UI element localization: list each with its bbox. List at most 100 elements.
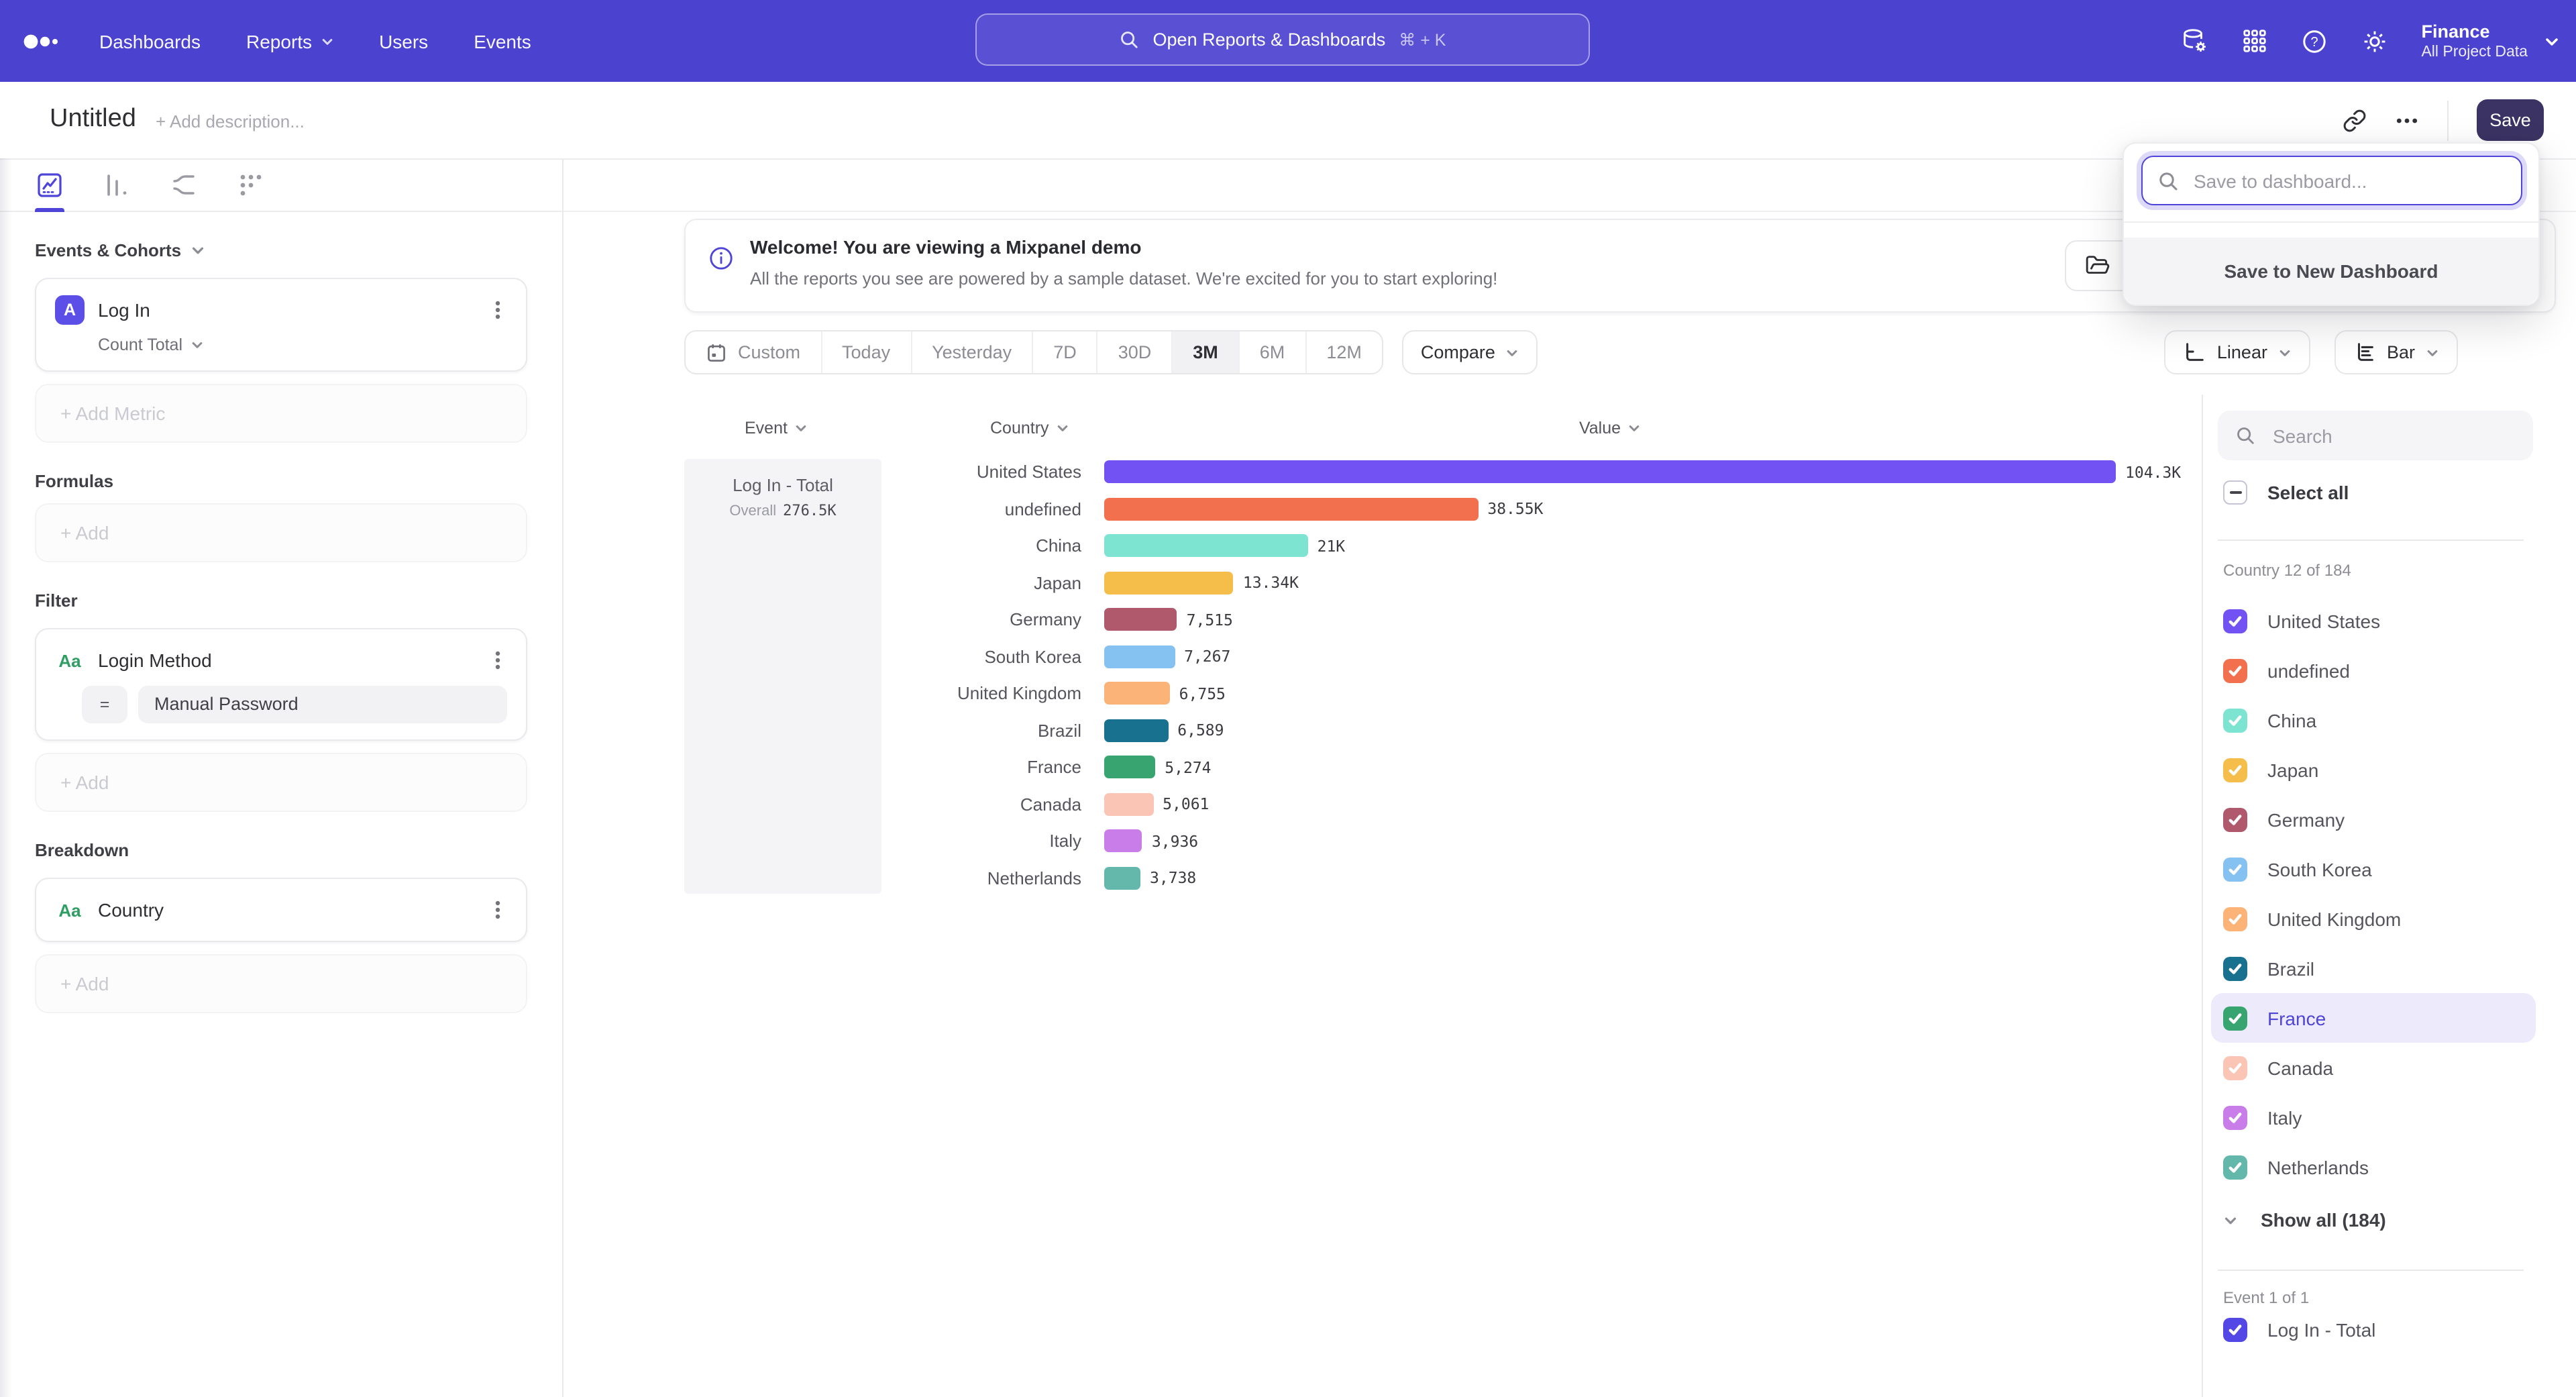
bar-south-korea[interactable] [1104,645,1175,668]
range-today[interactable]: Today [822,331,912,373]
check-icon [2227,911,2243,927]
range-custom[interactable]: Custom [686,331,822,373]
panel-search[interactable] [2218,411,2533,460]
country-checkbox[interactable] [2223,658,2247,682]
filter-country-south-korea[interactable]: South Korea [2211,844,2536,894]
scale-dropdown[interactable]: Linear [2165,330,2310,374]
nav-item-users[interactable]: Users [379,30,428,52]
range-12m[interactable]: 12M [1306,331,1382,373]
page-title[interactable]: Untitled [50,105,136,134]
add-filter-button[interactable]: + Add [35,753,527,812]
kebab-menu-icon[interactable] [488,648,507,672]
add-formula-button[interactable]: + Add [35,503,527,562]
column-header-value[interactable]: Value [1308,419,1912,437]
save-dashboard-search[interactable] [2141,156,2522,205]
compare-button[interactable]: Compare [1402,330,1538,374]
tab-funnels[interactable] [102,170,131,199]
section-events-cohorts[interactable]: Events & Cohorts [35,240,527,260]
settings-gear-icon[interactable] [2361,28,2387,54]
metric-aggregation[interactable]: Count Total [98,335,507,354]
tab-flows[interactable] [169,170,199,199]
breakdown-card[interactable]: Aa Country [35,878,527,942]
range-7d[interactable]: 7D [1033,331,1098,373]
panel-search-input[interactable] [2270,423,2504,448]
range-yesterday[interactable]: Yesterday [912,331,1033,373]
breakdown-property-name[interactable]: Country [98,899,475,921]
range-3m[interactable]: 3M [1173,331,1240,373]
country-checkbox[interactable] [2223,1006,2247,1030]
bar-undefined[interactable] [1104,498,1478,521]
chart-type-dropdown[interactable]: Bar [2334,330,2458,374]
project-switcher[interactable]: Finance All Project Data [2421,21,2560,61]
bar-italy[interactable] [1104,830,1142,853]
filter-country-germany[interactable]: Germany [2211,794,2536,844]
filter-country-italy[interactable]: Italy [2211,1092,2536,1142]
country-checkbox[interactable] [2223,807,2247,831]
filter-operator[interactable]: = [82,686,127,723]
bar-france[interactable] [1104,756,1155,779]
country-checkbox[interactable] [2223,609,2247,633]
country-checkbox[interactable] [2223,956,2247,980]
save-dashboard-input[interactable] [2191,168,2491,193]
country-checkbox[interactable] [2223,1055,2247,1080]
apps-grid-icon[interactable] [2241,28,2267,54]
range-6m[interactable]: 6M [1240,331,1307,373]
filter-country-canada[interactable]: Canada [2211,1043,2536,1092]
filter-card[interactable]: Aa Login Method = Manual Password [35,628,527,741]
filter-country-united-kingdom[interactable]: United Kingdom [2211,894,2536,943]
bar-netherlands[interactable] [1104,867,1140,890]
bar-brazil[interactable] [1104,719,1168,742]
more-ellipsis-icon[interactable] [2395,108,2419,132]
nav-item-dashboards[interactable]: Dashboards [99,30,201,52]
filter-country-undefined[interactable]: undefined [2211,645,2536,695]
bar-canada[interactable] [1104,793,1153,816]
kebab-menu-icon[interactable] [488,298,507,322]
category-label: United States [684,462,1081,482]
data-management-icon[interactable] [2180,27,2208,55]
filter-country-france[interactable]: France [2211,993,2536,1043]
country-checkbox[interactable] [2223,857,2247,881]
global-search[interactable]: Open Reports & Dashboards ⌘ + K [975,13,1590,66]
country-checkbox[interactable] [2223,1105,2247,1129]
save-to-new-dashboard-button[interactable]: Save to New Dashboard [2124,238,2538,305]
add-breakdown-button[interactable]: + Add [35,954,527,1013]
country-checkbox[interactable] [2223,708,2247,732]
event-checkbox-row[interactable]: Log In - Total [2223,1318,2375,1342]
country-checkbox[interactable] [2223,758,2247,782]
tab-retention[interactable] [236,170,266,199]
metric-card[interactable]: A Log In Count Total [35,278,527,372]
country-checkbox[interactable] [2223,907,2247,931]
filter-country-japan[interactable]: Japan [2211,745,2536,794]
metric-event-name[interactable]: Log In [98,299,475,321]
kebab-menu-icon[interactable] [488,898,507,922]
filter-property-name[interactable]: Login Method [98,650,475,671]
add-metric-button[interactable]: + Add Metric [35,384,527,443]
bar-germany[interactable] [1104,609,1177,631]
select-all-row[interactable]: Select all [2223,480,2349,505]
tab-insights[interactable] [35,170,64,199]
bar-china[interactable] [1104,535,1308,558]
bar-united-kingdom[interactable] [1104,682,1170,705]
range-30d[interactable]: 30D [1098,331,1173,373]
save-button[interactable]: Save [2477,99,2544,141]
copy-link-icon[interactable] [2343,108,2367,132]
bar-united-states[interactable] [1104,461,2116,484]
bar-japan[interactable] [1104,572,1234,594]
event-checkbox[interactable] [2223,1318,2247,1342]
filter-country-brazil[interactable]: Brazil [2211,943,2536,993]
nav-item-reports[interactable]: Reports [246,30,333,52]
add-description-field[interactable]: + Add description... [156,111,305,132]
filter-country-united-states[interactable]: United States [2211,596,2536,645]
show-all-toggle[interactable]: Show all (184) [2223,1209,2386,1231]
country-checkbox[interactable] [2223,1155,2247,1179]
mixpanel-logo-icon[interactable] [23,32,59,50]
select-all-checkbox[interactable] [2223,480,2247,505]
help-icon[interactable]: ? [2300,28,2327,54]
filter-value[interactable]: Manual Password [138,686,507,723]
filter-country-netherlands[interactable]: Netherlands [2211,1142,2536,1192]
column-header-country[interactable]: Country [990,419,1069,437]
nav-item-events[interactable]: Events [474,30,531,52]
column-header-event[interactable]: Event [745,419,808,437]
filter-country-china[interactable]: China [2211,695,2536,745]
section-label: Breakdown [35,840,129,860]
